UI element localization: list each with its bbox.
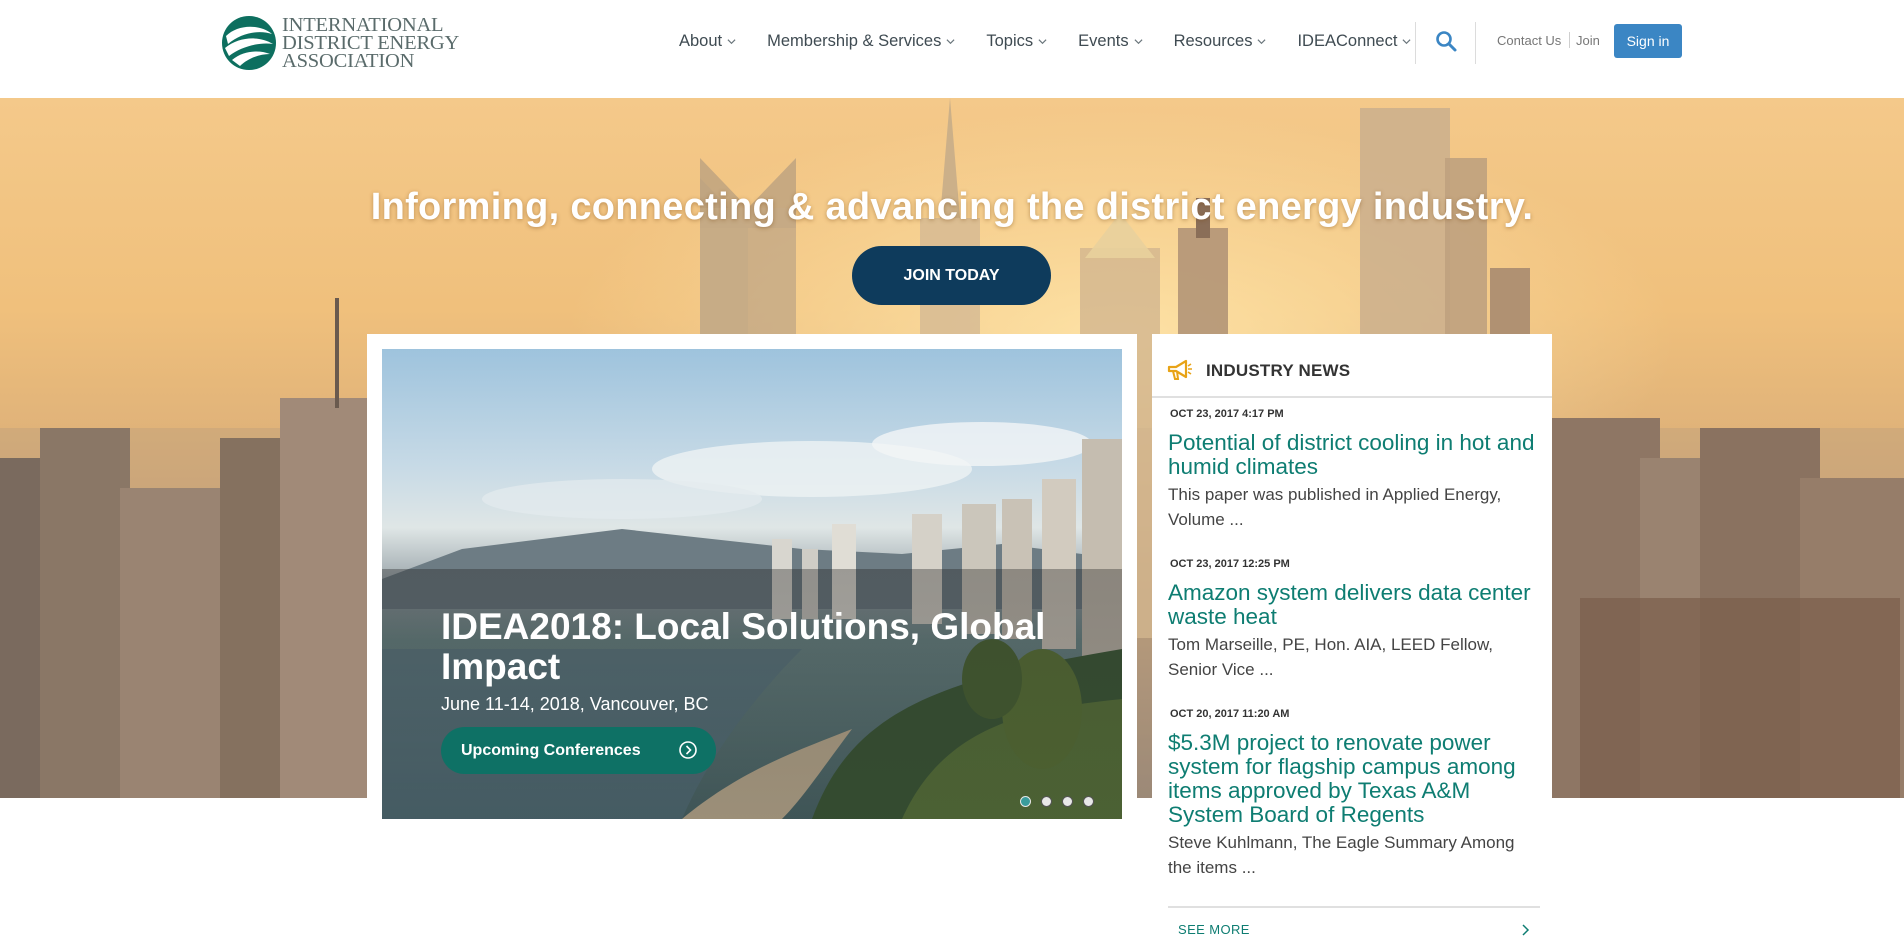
nav-label: Membership & Services: [767, 32, 942, 50]
industry-news-panel: INDUSTRY NEWS OCT 23, 2017 4:17 PM Poten…: [1152, 334, 1552, 946]
slide-title: IDEA2018: Local Solutions, Global Impact: [441, 606, 1046, 687]
news-item: OCT 20, 2017 11:20 AM $5.3M project to r…: [1168, 708, 1538, 880]
carousel-slide[interactable]: IDEA2018: Local Solutions, Global Impact…: [382, 349, 1122, 819]
news-heading: INDUSTRY NEWS: [1206, 361, 1351, 380]
news-excerpt: Steve Kuhlmann, The Eagle Summary Among …: [1168, 833, 1515, 877]
arrow-circle-right-icon: [679, 741, 697, 759]
news-item: OCT 23, 2017 4:17 PM Potential of distri…: [1168, 408, 1538, 532]
site-logo[interactable]: INTERNATIONAL DISTRICT ENERGY ASSOCIATIO…: [220, 12, 459, 74]
carousel-dot[interactable]: [1062, 796, 1073, 807]
site-header: INTERNATIONAL DISTRICT ENERGY ASSOCIATIO…: [0, 0, 1904, 98]
search-icon[interactable]: [1434, 29, 1458, 53]
carousel-dot[interactable]: [1041, 796, 1052, 807]
carousel-dots: [1020, 796, 1104, 807]
news-date: OCT 20, 2017 11:20 AM: [1170, 708, 1290, 720]
logo-line: ASSOCIATION: [282, 50, 415, 72]
carousel-dot[interactable]: [1083, 796, 1094, 807]
chevron-down-icon: [727, 39, 736, 45]
nav-item-membership[interactable]: Membership & Services: [767, 32, 955, 51]
nav-divider: [1475, 22, 1476, 64]
nav-label: About: [679, 32, 723, 50]
chevron-down-icon: [1038, 39, 1047, 45]
nav-item-ideaconnect[interactable]: IDEAConnect: [1297, 32, 1411, 51]
sign-in-button[interactable]: Sign in: [1614, 24, 1682, 58]
nav-divider: [1415, 22, 1416, 64]
upcoming-conferences-button[interactable]: Upcoming Conferences: [441, 727, 716, 774]
nav-label: Topics: [986, 32, 1034, 50]
slide-subtitle: June 11-14, 2018, Vancouver, BC: [441, 694, 709, 714]
slide-button-label: Upcoming Conferences: [461, 741, 641, 759]
news-date: OCT 23, 2017 12:25 PM: [1170, 558, 1290, 570]
join-today-button[interactable]: JOIN TODAY: [852, 246, 1051, 305]
carousel-dot[interactable]: [1020, 796, 1031, 807]
see-more-link[interactable]: SEE MORE: [1168, 906, 1540, 948]
chevron-down-icon: [1134, 39, 1143, 45]
news-header: INDUSTRY NEWS: [1152, 334, 1552, 398]
megaphone-icon: [1167, 359, 1192, 380]
chevron-right-icon: [1522, 924, 1530, 936]
join-link[interactable]: Join: [1576, 33, 1600, 48]
news-excerpt: Tom Marseille, PE, Hon. AIA, LEED Fellow…: [1168, 635, 1494, 679]
nav-label: IDEAConnect: [1297, 32, 1398, 50]
nav-label: Events: [1078, 32, 1129, 50]
main-nav: About Membership & Services Topics Event…: [679, 0, 1442, 83]
nav-label: Resources: [1173, 32, 1253, 50]
logo-wordmark: INTERNATIONAL DISTRICT ENERGY ASSOCIATIO…: [282, 15, 459, 72]
nav-item-about[interactable]: About: [679, 32, 736, 51]
news-title-link[interactable]: Amazon system delivers data center waste…: [1168, 581, 1538, 629]
see-more-label: SEE MORE: [1178, 922, 1250, 937]
news-title-link[interactable]: Potential of district cooling in hot and…: [1168, 431, 1538, 479]
chevron-down-icon: [946, 39, 955, 45]
news-title-link[interactable]: $5.3M project to renovate power system f…: [1168, 731, 1538, 827]
news-excerpt: This paper was published in Applied Ener…: [1168, 485, 1502, 529]
nav-item-events[interactable]: Events: [1078, 32, 1143, 51]
logo-swirl-icon: [222, 16, 276, 70]
hero-tagline: Informing, connecting & advancing the di…: [370, 186, 1534, 228]
contact-us-link[interactable]: Contact Us: [1497, 33, 1561, 48]
news-item: OCT 23, 2017 12:25 PM Amazon system deli…: [1168, 558, 1538, 682]
news-date: OCT 23, 2017 4:17 PM: [1170, 408, 1284, 420]
util-divider: [1569, 32, 1570, 48]
chevron-down-icon: [1402, 39, 1411, 45]
nav-item-resources[interactable]: Resources: [1174, 32, 1267, 51]
chevron-down-icon: [1257, 39, 1266, 45]
nav-item-topics[interactable]: Topics: [986, 32, 1047, 51]
